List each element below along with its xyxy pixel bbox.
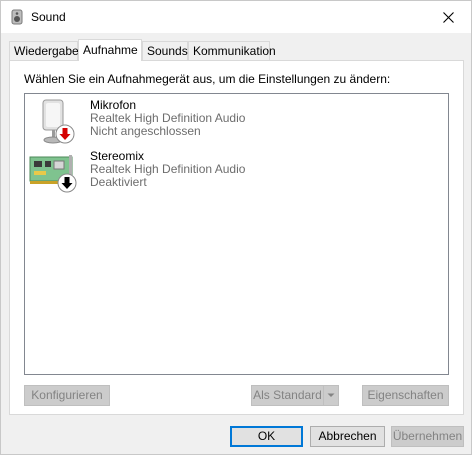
properties-label: Eigenschaften [367, 388, 444, 402]
tab-sounds[interactable]: Sounds [142, 41, 188, 60]
device-status: Nicht angeschlossen [90, 124, 201, 138]
window-title: Sound [31, 10, 66, 24]
set-default-label: Als Standard [253, 388, 322, 402]
close-icon [442, 11, 454, 23]
ok-button[interactable]: OK [230, 426, 303, 447]
instruction-text: Wählen Sie ein Aufnahmegerät aus, um die… [24, 72, 391, 86]
apply-button[interactable]: Übernehmen [391, 426, 464, 447]
list-item-stereomix[interactable]: Stereomix Realtek High Definition Audio … [29, 149, 429, 197]
sound-dialog: Sound Wiedergabe Aufnahme Sounds Kommuni… [0, 0, 472, 455]
properties-button[interactable]: Eigenschaften [362, 385, 449, 406]
tab-panel-aufnahme: Wählen Sie ein Aufnahmegerät aus, um die… [9, 60, 464, 415]
speaker-icon [11, 9, 23, 25]
set-default-dropdown[interactable] [323, 385, 339, 406]
configure-label: Konfigurieren [31, 388, 103, 402]
disconnected-arrow-icon [55, 124, 75, 144]
microphone-icon [42, 99, 75, 144]
list-item-mikrofon[interactable]: Mikrofon Realtek High Definition Audio N… [29, 98, 429, 146]
device-status: Deaktiviert [90, 175, 147, 189]
tab-kommunikation[interactable]: Kommunikation [188, 41, 276, 60]
title-bar[interactable]: Sound [1, 1, 471, 33]
sound-card-icon [29, 155, 77, 193]
configure-button[interactable]: Konfigurieren [24, 385, 110, 406]
tab-aufnahme[interactable]: Aufnahme [78, 39, 142, 61]
disabled-arrow-icon [57, 173, 77, 193]
cancel-button[interactable]: Abbrechen [310, 426, 385, 447]
set-default-button[interactable]: Als Standard [251, 385, 324, 406]
tab-wiedergabe[interactable]: Wiedergabe [9, 41, 79, 60]
close-button[interactable] [425, 1, 471, 33]
device-list[interactable]: Mikrofon Realtek High Definition Audio N… [24, 93, 449, 375]
chevron-down-icon [327, 393, 335, 397]
